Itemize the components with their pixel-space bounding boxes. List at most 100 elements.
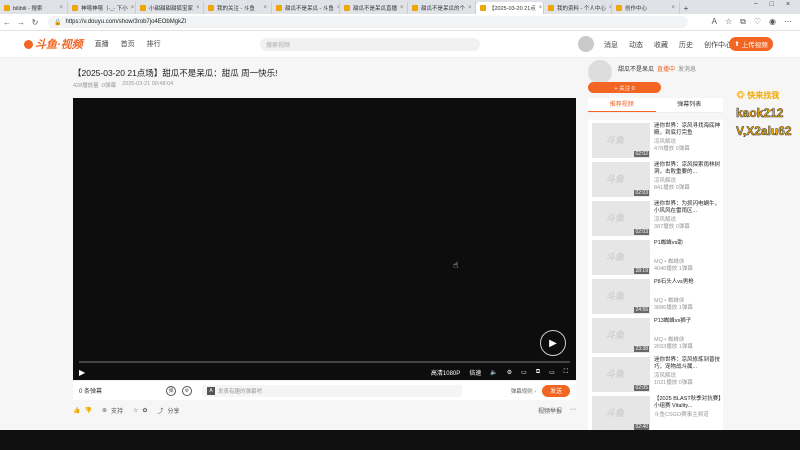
list-item[interactable]: 斗鱼 23:38 P13蜘蛛vs狮子 MQ • 蜘蛛侠 2693播放 1弹幕 [592,318,723,354]
video-thumbnail[interactable]: 斗鱼 28:19 [592,240,650,275]
maximize-icon[interactable]: □ [770,1,774,8]
nav-live[interactable]: 直播 [95,39,109,49]
share-button[interactable]: ⤴ 分享 [157,406,179,415]
item-title[interactable]: 迷你世界：为抓闪电蜗牛，小风风在雷雨区... [654,201,723,215]
item-author[interactable]: 斗鱼CSGO赛事主频道 [654,412,723,419]
close-icon[interactable]: × [671,5,675,11]
close-icon[interactable]: × [196,5,200,11]
widescreen-icon[interactable]: ▭ [549,369,555,376]
danmu-style-icon[interactable]: ⚙ [182,385,193,396]
dislike-icon[interactable]: 👎 [84,407,91,414]
item-title[interactable]: P1蜘蛛vs助 [654,240,693,247]
close-icon[interactable]: × [263,5,267,11]
item-title[interactable]: 迷你世界：凉风寻找海底神殿，到底打完鱼 [654,123,723,137]
url-field[interactable]: 🔒 https://v.douyu.com/show/3rob7jo4EObMg… [48,16,688,28]
browser-tab-active[interactable]: 【2025-03-20 21点 × [476,2,544,14]
progress-bar[interactable] [79,361,570,363]
new-tab-button[interactable]: + [680,2,692,14]
search-input[interactable]: 搜索视频 [260,38,480,51]
item-title[interactable]: 迷你世界：凉风探索雨林树洞，击败重要的... [654,162,723,176]
fullscreen-icon[interactable]: ⛶ [564,369,568,376]
send-danmu-button[interactable]: 发送 [542,384,570,397]
support-button[interactable]: ⊛ 支持 [102,406,123,415]
message-link[interactable]: 发消息 [678,64,696,73]
item-author[interactable]: 凉风解说 [654,217,723,224]
quality-selector[interactable]: 高清1080P [431,368,460,377]
item-title[interactable]: P8石头人vs男枪 [654,279,694,286]
reload-icon[interactable]: ↻ [28,15,42,29]
user-avatar[interactable] [578,36,594,52]
danmu-rules-link[interactable]: 弹幕规则 › [511,387,536,395]
extensions-icon[interactable]: ⧉ [740,17,746,27]
browser-tab[interactable]: 小甜甜甜甜狐宝家 × [136,2,204,14]
list-item[interactable]: 斗鱼 02:05 迷你世界：凉风修炼到普技巧，宠物战斗属... 凉风解说 1021播放… [592,357,723,393]
report-link[interactable]: 视频举报 [538,406,562,415]
browser-tab[interactable]: bilibili - 搜索 × [0,2,68,14]
nav-creator[interactable]: 创作中心 [704,40,732,50]
list-item[interactable]: 斗鱼 28:19 P1蜘蛛vs助 MQ • 蜘蛛侠 4046播放 1弹幕 [592,240,723,276]
item-author[interactable]: 凉风解说 [654,373,723,380]
uploader-name[interactable]: 甜瓜不是呆瓜 [618,64,654,73]
list-item[interactable]: 斗鱼 24:56 P8石头人vs男枪 MQ • 蜘蛛侠 3086播放 1弹幕 [592,279,723,315]
douyu-logo[interactable]: 斗鱼·视频 [24,36,83,52]
close-icon[interactable]: × [59,5,63,11]
browser-tab[interactable]: 甜瓜不是呆瓜 - 斗鱼× [272,2,340,14]
browser-tab[interactable]: 神嘻神嘻（-_- 下小 × [68,2,136,14]
list-item[interactable]: 斗鱼 02:03 迷你世界：凉风探索雨林树洞，击败重要的... 凉风解说 841播放 … [592,162,723,198]
tab-recommended[interactable]: 推荐视频 [588,98,656,112]
item-author[interactable]: 凉风解说 [654,178,723,185]
close-icon[interactable]: × [539,5,543,11]
like-icon[interactable]: 👍 [73,407,80,414]
tab-danmu-list[interactable]: 弹幕列表 [656,98,724,112]
more-icon[interactable]: ⋯ [570,406,576,415]
forward-icon[interactable]: → [14,15,28,29]
item-title[interactable]: 迷你世界：凉风修炼到普技巧，宠物战斗属... [654,357,723,371]
close-icon[interactable]: × [400,5,404,11]
star-icon[interactable]: ☆ [133,407,138,414]
close-icon[interactable]: × [131,5,135,11]
play-icon[interactable]: ▶ [79,368,85,377]
nav-history[interactable]: 历史 [679,40,693,50]
nav-feed[interactable]: 动态 [629,40,643,50]
font-style-icon[interactable]: A [207,386,216,395]
list-item[interactable]: 斗鱼 02:40 【2025 BLAST秋季对抗赛】小组赛 Vitality...… [592,396,723,432]
item-author[interactable]: MQ • 蜘蛛侠 [654,259,693,266]
favorite-star-icon[interactable]: ☆ [725,17,732,27]
nav-messages[interactable]: 消息 [604,40,618,50]
minimize-icon[interactable]: − [754,1,758,8]
volume-icon[interactable]: 🔈 [490,369,497,376]
browser-tab[interactable]: 我的资料 - 个人中心× [544,2,612,14]
big-play-button[interactable]: ▶ [540,330,566,356]
browser-tab[interactable]: 创作中心 × [612,2,680,14]
speed-selector[interactable]: 倍速 [469,368,481,377]
video-player[interactable]: ☝ ▶ ▶ 高清1080P 倍速 🔈 ⚙ ▭ ⧉ ▭ ⛶ [73,98,576,380]
danmu-input[interactable]: A 发表有趣的弹幕吧 [202,384,463,397]
profile-icon[interactable]: ◉ [769,17,776,27]
video-thumbnail[interactable]: 斗鱼 02:03 [592,201,650,236]
item-author[interactable]: MQ • 蜘蛛侠 [654,337,693,344]
live-badge[interactable]: 直播中 [657,64,675,73]
video-thumbnail[interactable]: 斗鱼 02:05 [592,357,650,392]
close-window-icon[interactable]: × [786,1,790,8]
read-aloud-icon[interactable]: A [712,17,717,27]
video-thumbnail[interactable]: 斗鱼 23:38 [592,318,650,353]
list-item[interactable]: 斗鱼 02:03 迷你世界：为抓闪电蜗牛，小风风在雷雨区... 凉风解说 387播放 … [592,201,723,237]
video-thumbnail[interactable]: 斗鱼 02:02 [592,123,650,158]
item-author[interactable]: 凉风解说 [654,139,723,146]
nav-favorites[interactable]: 收藏 [654,40,668,50]
follow-button[interactable]: + 关注 0 [588,82,661,93]
browser-tab[interactable]: 我的关注 - 斗鱼 × [204,2,272,14]
nav-home[interactable]: 首页 [121,39,135,49]
video-thumbnail[interactable]: 斗鱼 02:40 [592,396,650,431]
item-author[interactable]: MQ • 蜘蛛侠 [654,298,694,305]
video-thumbnail[interactable]: 斗鱼 02:03 [592,162,650,197]
collections-icon[interactable]: ♡ [754,17,761,27]
upload-video-button[interactable]: ⬆ 上传视频 [729,37,773,51]
danmu-switch-icon[interactable]: 弹 [166,385,177,396]
uploader-avatar[interactable] [588,60,612,84]
pip-icon[interactable]: ⧉ [536,369,540,376]
close-icon[interactable]: × [468,5,472,11]
video-thumbnail[interactable]: 斗鱼 24:56 [592,279,650,314]
settings-icon[interactable]: ⚙ [507,369,512,376]
item-title[interactable]: 【2025 BLAST秋季对抗赛】小组赛 Vitality... [654,396,723,410]
